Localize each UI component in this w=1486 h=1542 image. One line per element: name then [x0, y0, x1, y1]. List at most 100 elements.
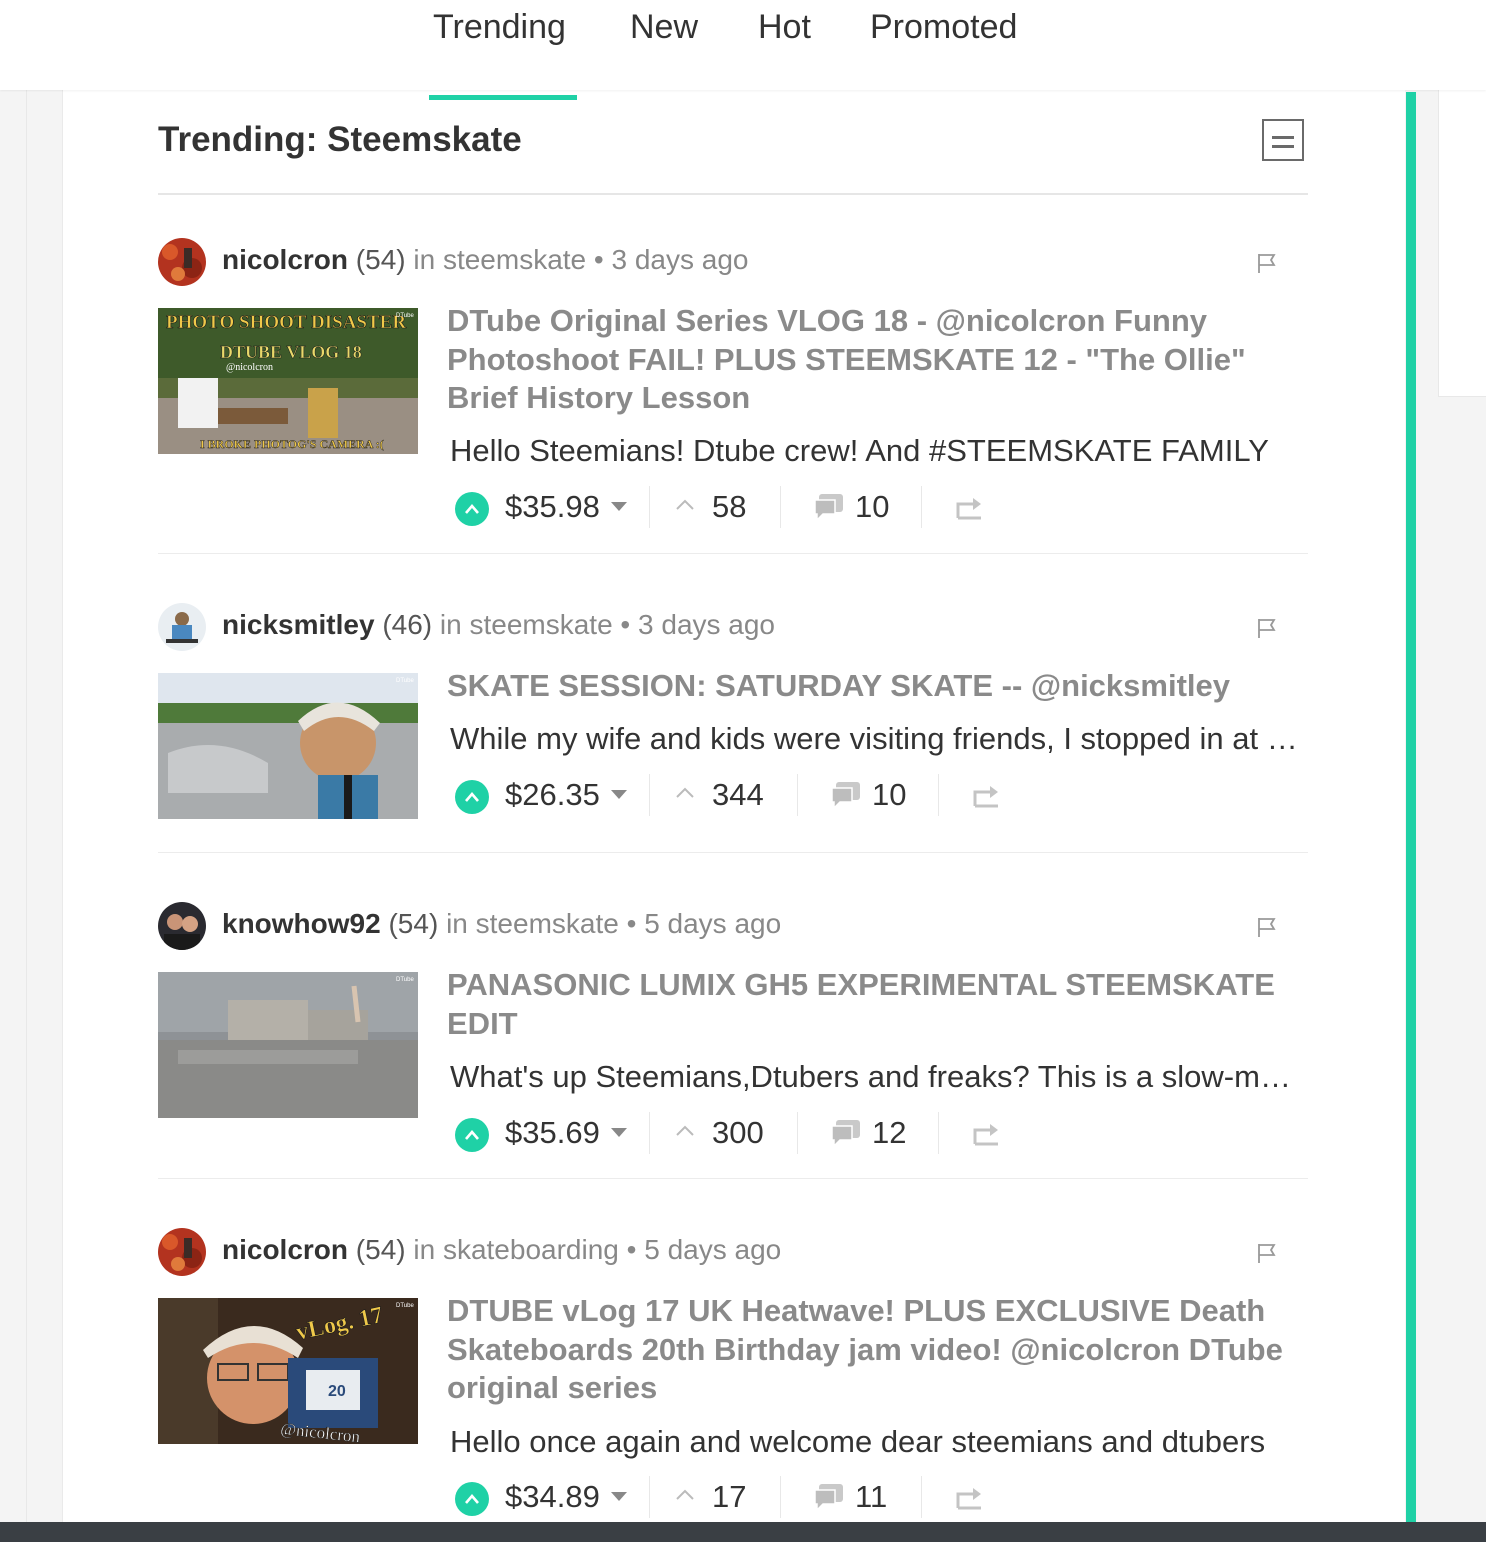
left-border — [26, 90, 27, 1522]
post-excerpt[interactable]: What's up Steemians,Dtubers and freaks? … — [450, 1059, 1306, 1095]
upvote-button[interactable] — [455, 780, 489, 814]
tab-promoted[interactable]: Promoted — [870, 8, 1017, 47]
vote-count[interactable]: 300 — [712, 1115, 764, 1151]
category-link[interactable]: steemskate — [476, 908, 619, 939]
post-title[interactable]: PANASONIC LUMIX GH5 EXPERIMENTAL STEEMSK… — [447, 966, 1317, 1043]
author-reputation: (54) — [388, 908, 439, 939]
thumb-badge: DTube — [396, 977, 414, 983]
in-label: in — [413, 1234, 436, 1265]
post-byline: nicolcron (54) in skateboarding • 5 days… — [222, 1234, 781, 1266]
upvote-button[interactable] — [455, 1118, 489, 1152]
payout-dropdown-caret[interactable] — [611, 502, 627, 511]
payout-value[interactable]: $26.35 — [505, 777, 600, 813]
upvote-button[interactable] — [455, 492, 489, 526]
scroll-accent-bar[interactable] — [1406, 92, 1416, 1522]
bottom-bar — [0, 1522, 1486, 1542]
avatar[interactable] — [158, 902, 206, 950]
thumb-badge: DTube — [396, 313, 414, 319]
divider — [797, 1112, 798, 1154]
comment-count[interactable]: 10 — [872, 777, 906, 813]
divider — [780, 1476, 781, 1518]
avatar[interactable] — [158, 1228, 206, 1276]
avatar[interactable] — [158, 238, 206, 286]
comments-icon[interactable] — [811, 1482, 845, 1512]
avatar[interactable] — [158, 603, 206, 651]
vote-count[interactable]: 17 — [712, 1479, 746, 1515]
layout-toggle-button[interactable] — [1262, 119, 1304, 161]
post-excerpt[interactable]: Hello once again and welcome dear steemi… — [450, 1424, 1306, 1460]
chevron-up-icon — [465, 1130, 479, 1140]
post-thumbnail[interactable]: vLog. 17 20 @nicolcron DTube — [158, 1298, 418, 1444]
post-age[interactable]: 5 days ago — [644, 908, 781, 939]
thumb-text: DTUBE VLOG 18 — [220, 342, 362, 362]
divider — [649, 1112, 650, 1154]
post-thumbnail[interactable]: DTube — [158, 673, 418, 819]
payout-value[interactable]: $35.69 — [505, 1115, 600, 1151]
comments-icon[interactable] — [811, 492, 845, 522]
flag-icon[interactable] — [1256, 916, 1278, 938]
category-link[interactable]: steemskate — [443, 244, 586, 275]
page-title: Trending: Steemskate — [158, 120, 522, 159]
comment-count[interactable]: 11 — [855, 1479, 887, 1515]
tab-new[interactable]: New — [630, 8, 698, 47]
flag-icon[interactable] — [1256, 252, 1278, 274]
post-age[interactable]: 5 days ago — [644, 1234, 781, 1265]
vote-count-icon[interactable] — [675, 785, 695, 799]
bullet-separator: • — [620, 609, 631, 640]
author-link[interactable]: knowhow92 — [222, 908, 381, 939]
author-link[interactable]: nicolcron — [222, 244, 348, 275]
post-thumbnail[interactable]: DTube — [158, 972, 418, 1118]
category-link[interactable]: skateboarding — [443, 1234, 619, 1265]
author-link[interactable]: nicksmitley — [222, 609, 375, 640]
payout-dropdown-caret[interactable] — [611, 790, 627, 799]
reblog-icon[interactable] — [972, 1120, 1002, 1146]
reblog-icon[interactable] — [972, 782, 1002, 808]
author-link[interactable]: nicolcron — [222, 1234, 348, 1265]
comment-count[interactable]: 12 — [872, 1115, 906, 1151]
author-reputation: (46) — [382, 609, 433, 640]
comments-icon[interactable] — [828, 1118, 862, 1148]
divider — [938, 1112, 939, 1154]
bullet-separator: • — [626, 1234, 637, 1265]
post-thumbnail[interactable]: PHOTO SHOOT DISASTER DTUBE VLOG 18 @nico… — [158, 308, 418, 454]
post-excerpt[interactable]: Hello Steemians! Dtube crew! And #STEEMS… — [450, 433, 1306, 469]
post-age[interactable]: 3 days ago — [638, 609, 775, 640]
active-tab-indicator — [429, 95, 577, 100]
divider — [649, 1476, 650, 1518]
divider — [780, 486, 781, 528]
vote-count-icon[interactable] — [675, 497, 695, 511]
divider — [938, 774, 939, 816]
thumb-text: PHOTO SHOOT DISASTER — [166, 312, 406, 333]
feed-tab-bar: Trending New Hot Promoted — [0, 0, 1486, 90]
tab-hot[interactable]: Hot — [758, 8, 811, 47]
payout-dropdown-caret[interactable] — [611, 1128, 627, 1137]
vote-count[interactable]: 58 — [712, 489, 746, 525]
reblog-icon[interactable] — [955, 1484, 985, 1510]
comments-icon[interactable] — [828, 780, 862, 810]
payout-value[interactable]: $35.98 — [505, 489, 600, 525]
reblog-icon[interactable] — [955, 494, 985, 520]
post-byline: nicksmitley (46) in steemskate • 3 days … — [222, 609, 775, 641]
category-link[interactable]: steemskate — [469, 609, 612, 640]
post-excerpt[interactable]: While my wife and kids were visiting fri… — [450, 721, 1306, 757]
post-byline: nicolcron (54) in steemskate • 3 days ag… — [222, 244, 749, 276]
vote-count-icon[interactable] — [675, 1487, 695, 1501]
in-label: in — [439, 609, 462, 640]
vote-count-icon[interactable] — [675, 1123, 695, 1137]
flag-icon[interactable] — [1256, 617, 1278, 639]
comment-count[interactable]: 10 — [855, 489, 889, 525]
tab-trending[interactable]: Trending — [433, 8, 566, 47]
post-age[interactable]: 3 days ago — [612, 244, 749, 275]
post-title[interactable]: SKATE SESSION: SATURDAY SKATE -- @nicksm… — [447, 667, 1317, 706]
flag-icon[interactable] — [1256, 1242, 1278, 1264]
payout-value[interactable]: $34.89 — [505, 1479, 600, 1515]
post-title[interactable]: DTUBE vLog 17 UK Heatwave! PLUS EXCLUSIV… — [447, 1292, 1317, 1408]
upvote-button[interactable] — [455, 1482, 489, 1516]
post-byline: knowhow92 (54) in steemskate • 5 days ag… — [222, 908, 781, 940]
bullet-separator: • — [626, 908, 637, 939]
author-reputation: (54) — [355, 1234, 406, 1265]
layout-list-icon-bar — [1272, 145, 1294, 148]
vote-count[interactable]: 344 — [712, 777, 764, 813]
post-title[interactable]: DTube Original Series VLOG 18 - @nicolcr… — [447, 302, 1317, 418]
payout-dropdown-caret[interactable] — [611, 1492, 627, 1501]
